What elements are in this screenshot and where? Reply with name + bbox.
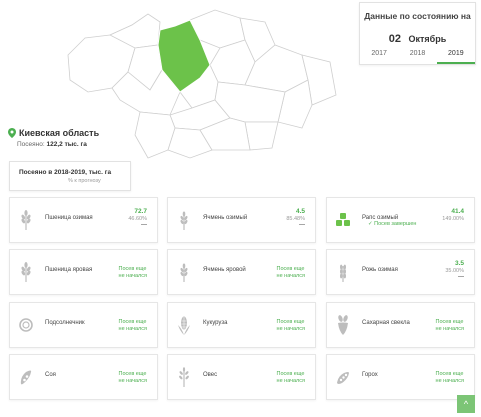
date-selector: Данные по состоянию на 02 Октябрь 2017 2…: [359, 2, 476, 65]
status-line-1: Посев еще: [276, 266, 305, 272]
sown-label: Посеяно:: [17, 141, 45, 148]
sowing-not-started-status: Посев еще не начался: [119, 319, 147, 332]
status-line-2: не начался: [118, 377, 147, 384]
crop-name: Горох: [362, 372, 378, 378]
crop-card[interactable]: Овес Посев еще не начался: [167, 354, 316, 400]
status-line-2: не начался: [276, 325, 305, 332]
summary-title: Посеяно в 2018-2019, тыс. га: [19, 169, 112, 176]
status-line-1: Посев еще: [276, 319, 305, 325]
year-tabs: 2017 2018 2019: [360, 46, 475, 64]
location-pin-icon: [8, 128, 16, 138]
status-line-2: не начался: [118, 272, 147, 279]
crop-sown-value: 72.7: [134, 208, 147, 215]
crop-sown-value: 41.4: [451, 208, 464, 215]
crop-name: Подсолнечник: [45, 320, 85, 326]
sowing-not-started-status: Посев еще не начался: [119, 371, 147, 384]
date-display[interactable]: 02 Октябрь: [360, 29, 475, 47]
oat-icon: [176, 367, 192, 387]
crop-card[interactable]: Рожь озимая 3.5 35.00% —: [326, 249, 475, 295]
summary-subtitle: % к прогнозу: [68, 178, 101, 184]
status-line-2: не начался: [435, 377, 464, 384]
crop-card[interactable]: Ячмень яровой Посев еще не начался: [167, 249, 316, 295]
sowing-not-started-status: Посев еще не начался: [277, 319, 305, 332]
rye-icon: [335, 262, 351, 282]
summary-box: Посеяно в 2018-2019, тыс. га % к прогноз…: [9, 161, 131, 191]
soy-icon: [18, 367, 34, 387]
sowing-not-started-status: Посев еще не начался: [277, 266, 305, 279]
region-odesa[interactable]: [134, 111, 176, 159]
crop-card[interactable]: Ячмень озимый 4.5 85.48% —: [167, 197, 316, 243]
status-line-2: не начался: [276, 272, 305, 279]
sown-value: 122,2 тыс. га: [46, 141, 87, 148]
wheat-icon: [18, 210, 34, 230]
crop-name: Пшеница озимая: [45, 215, 93, 221]
crop-name: Овес: [203, 372, 218, 378]
date-month: Октябрь: [408, 34, 447, 44]
status-line-1: Посев еще: [435, 371, 464, 377]
status-line-1: Посев еще: [118, 319, 147, 325]
crop-card[interactable]: Горох Посев еще не начался: [326, 354, 475, 400]
status-line-2: не начался: [276, 377, 305, 384]
year-tab-2017[interactable]: 2017: [360, 46, 398, 64]
status-line-1: Посев еще: [118, 266, 147, 272]
rapeseed-icon: [335, 210, 351, 230]
barley-icon: [176, 262, 192, 282]
crop-card[interactable]: Пшеница озимая 72.7 46.60% —: [9, 197, 158, 243]
barley-icon: [176, 210, 192, 230]
sowing-completed-status: ✓ Посев завершен: [368, 221, 417, 227]
crop-card[interactable]: Кукуруза Посев еще не начался: [167, 302, 316, 348]
crop-percent: 149.00%: [442, 216, 464, 222]
status-line-1: Посев еще: [276, 371, 305, 377]
status-line-2: не начался: [118, 325, 147, 332]
crop-name: Ячмень озимый: [203, 215, 248, 221]
scroll-top-button[interactable]: ^: [457, 395, 475, 413]
year-tab-2019[interactable]: 2019: [436, 46, 475, 64]
crop-card[interactable]: Сахарная свекла Посев еще не начался: [326, 302, 475, 348]
region-zaporizhzhia[interactable]: [244, 121, 279, 151]
sowing-not-started-status: Посев еще не начался: [436, 319, 464, 332]
date-day: 02: [388, 33, 402, 45]
crop-name: Кукуруза: [203, 320, 228, 326]
status-line-1: Посев еще: [118, 371, 147, 377]
crop-name: Сахарная свекла: [362, 320, 410, 326]
crop-sown-value: 4.5: [295, 208, 305, 215]
sowing-not-started-status: Посев еще не начался: [436, 371, 464, 384]
pea-icon: [335, 367, 351, 387]
crop-dash: —: [299, 222, 305, 228]
year-tab-2018[interactable]: 2018: [398, 46, 436, 64]
status-line-1: Посев еще: [435, 319, 464, 325]
crop-dash: —: [141, 222, 147, 228]
crop-name: Соя: [45, 372, 56, 378]
crop-card[interactable]: Пшеница яровая Посев еще не начался: [9, 249, 158, 295]
status-line-2: не начался: [435, 325, 464, 332]
crop-card[interactable]: Рапс озимый 41.4 149.00% ✓ Посев завершен: [326, 197, 475, 243]
crop-card[interactable]: Соя Посев еще не начался: [9, 354, 158, 400]
crop-sown-value: 3.5: [454, 260, 464, 267]
crop-dash: —: [458, 274, 464, 280]
wheat-icon: [18, 262, 34, 282]
corn-icon: [176, 315, 192, 335]
crop-card[interactable]: Подсолнечник Посев еще не начался: [9, 302, 158, 348]
crop-name: Пшеница яровая: [45, 267, 93, 273]
sowing-not-started-status: Посев еще не начался: [119, 266, 147, 279]
region-info: Киевская область Посеяно: 122,2 тыс. га: [8, 128, 99, 148]
date-title: Данные по состоянию на: [364, 11, 471, 21]
region-name: Киевская область: [19, 128, 100, 138]
sowing-not-started-status: Посев еще не начался: [277, 371, 305, 384]
beet-icon: [335, 315, 351, 335]
sunflower-icon: [18, 315, 34, 335]
crop-name: Ячмень яровой: [203, 267, 246, 273]
crop-name: Рожь озимая: [362, 267, 398, 273]
